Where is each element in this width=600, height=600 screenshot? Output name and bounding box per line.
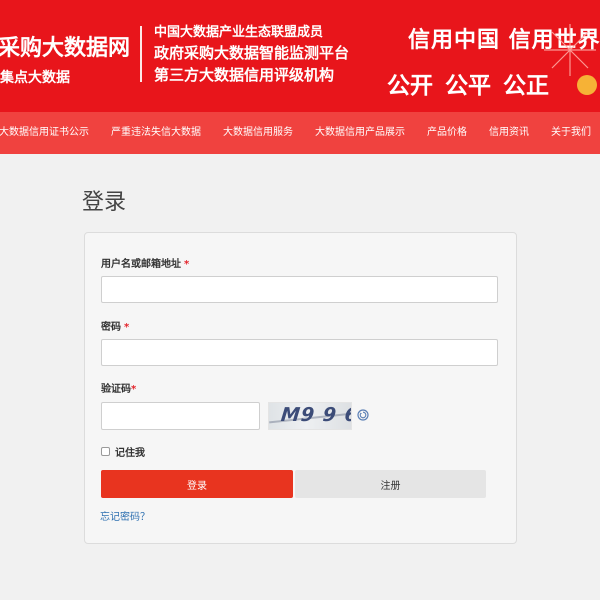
banner-intro: 中国大数据产业生态联盟成员 政府采购大数据智能监测平台 第三方大数据信用评级机构	[154, 24, 349, 86]
nav-item-certificate[interactable]: 大数据信用证书公示	[0, 112, 100, 154]
password-label: 密码 *	[101, 318, 129, 333]
username-label-text: 用户名或邮箱地址	[101, 259, 181, 270]
forgot-password-link[interactable]: 忘记密码？	[100, 508, 150, 523]
refresh-icon[interactable]	[357, 409, 369, 421]
site-logo-title[interactable]: 采购大数据网	[0, 30, 130, 62]
required-mark: *	[124, 322, 130, 333]
nav-item-news[interactable]: 信用资讯	[478, 112, 540, 154]
remember-label: 记住我	[115, 448, 145, 459]
remember-checkbox[interactable]	[101, 447, 110, 456]
site-logo-subtitle: 集点大数据	[0, 70, 70, 86]
password-input[interactable]	[101, 339, 498, 366]
intro-line-2: 政府采购大数据智能监测平台	[154, 44, 350, 62]
login-button[interactable]: 登录	[101, 470, 293, 498]
captcha-label: 验证码*	[101, 380, 136, 395]
password-label-text: 密码	[101, 322, 121, 333]
header-banner: 采购大数据网 集点大数据 中国大数据产业生态联盟成员 政府采购大数据智能监测平台…	[0, 0, 600, 112]
nav-item-pricing[interactable]: 产品价格	[416, 112, 478, 154]
nav-item-products[interactable]: 大数据信用产品展示	[304, 112, 416, 154]
banner-divider	[140, 26, 142, 82]
register-button[interactable]: 注册	[295, 470, 486, 498]
username-input[interactable]	[101, 276, 498, 303]
nav-item-about[interactable]: 关于我们	[540, 112, 600, 154]
required-mark: *	[131, 384, 137, 395]
captcha-image-text: M9 9 6	[279, 404, 352, 426]
username-label: 用户名或邮箱地址 *	[101, 255, 189, 270]
captcha-image[interactable]: M9 9 6	[268, 402, 352, 430]
login-panel: 用户名或邮箱地址 * 密码 * 验证码* M9 9 6 记住我 登录 注册 忘记密码…	[84, 232, 517, 544]
main-nav: 大数据信用证书公示 严重违法失信大数据 大数据信用服务 大数据信用产品展示 产品…	[0, 112, 600, 154]
slogan-fairness: 公开 公平 公正	[387, 73, 550, 99]
remember-me[interactable]: 记住我	[101, 444, 145, 459]
intro-line-1: 中国大数据产业生态联盟成员	[154, 25, 324, 40]
nav-item-blacklist[interactable]: 严重违法失信大数据	[100, 112, 212, 154]
captcha-label-text: 验证码	[101, 384, 131, 395]
required-mark: *	[184, 259, 190, 270]
firework-small-icon	[577, 75, 597, 95]
intro-line-3: 第三方大数据信用评级机构	[154, 66, 335, 84]
captcha-input[interactable]	[101, 402, 260, 430]
page-title: 登录	[82, 190, 127, 215]
nav-item-credit-service[interactable]: 大数据信用服务	[212, 112, 304, 154]
